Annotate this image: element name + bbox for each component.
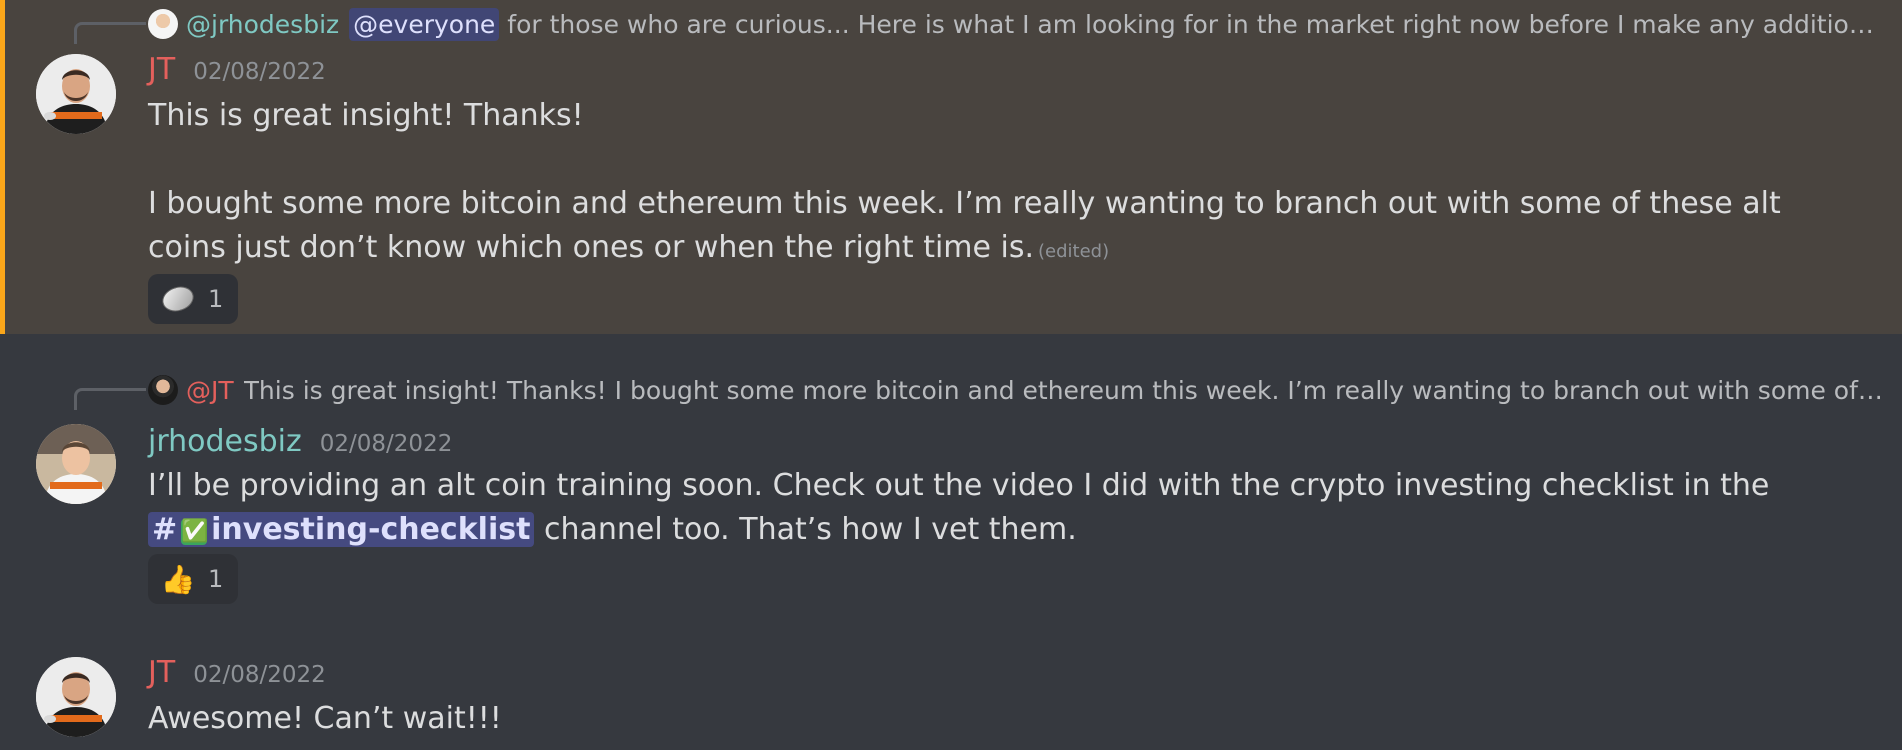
reaction-count: 1: [208, 285, 224, 313]
message[interactable]: JT 02/08/2022 Awesome! Can’t wait!!!: [0, 619, 1902, 750]
message-content: This is great insight! Thanks! I bought …: [148, 94, 1798, 274]
reaction-button[interactable]: 👍 1: [148, 554, 238, 604]
thumbs-up-icon: 👍: [160, 562, 196, 596]
channel-mention-investing-checklist[interactable]: # ✅investing-checklist: [148, 512, 535, 547]
reply-author-mention[interactable]: @JT: [186, 376, 234, 405]
reply-preview[interactable]: @JT This is great insight! Thanks! I bou…: [148, 372, 1888, 408]
avatar[interactable]: [36, 657, 116, 737]
message-content: Awesome! Can’t wait!!!: [148, 697, 1798, 741]
message-text: I’ll be providing an alt coin training s…: [148, 468, 1770, 503]
everyone-mention[interactable]: @everyone: [349, 7, 500, 41]
coin-icon: [159, 282, 197, 316]
reply-avatar: [148, 9, 178, 39]
message-content: I’ll be providing an alt coin training s…: [148, 464, 1798, 552]
message-text: channel too. That’s how I vet them.: [534, 512, 1077, 547]
timestamp[interactable]: 02/08/2022: [193, 59, 326, 85]
message-header: JT 02/08/2022: [148, 52, 326, 87]
message-highlighted[interactable]: @jrhodesbiz @everyone for those who are …: [0, 0, 1902, 334]
timestamp[interactable]: 02/08/2022: [320, 431, 453, 457]
avatar-jt-icon: [36, 54, 116, 134]
avatar[interactable]: [36, 424, 116, 504]
reply-spine: [74, 388, 146, 410]
reply-text: This is great insight! Thanks! I bought …: [243, 375, 1888, 405]
message-paragraph: I bought some more bitcoin and ethereum …: [148, 182, 1798, 274]
message-header: JT 02/08/2022: [148, 655, 326, 690]
message-paragraph: This is great insight! Thanks!: [148, 98, 584, 133]
avatar-jrhodesbiz-icon: [36, 424, 116, 504]
reply-preview[interactable]: @jrhodesbiz @everyone for those who are …: [148, 6, 1888, 42]
username[interactable]: jrhodesbiz: [148, 424, 302, 459]
message-paragraph-text: I bought some more bitcoin and ethereum …: [148, 186, 1781, 265]
message-text: Awesome! Can’t wait!!!: [148, 701, 502, 736]
reply-author-mention[interactable]: @jrhodesbiz: [186, 10, 339, 39]
reply-avatar: [148, 375, 178, 405]
username[interactable]: JT: [148, 52, 175, 87]
channel-hash-icon: #: [152, 512, 178, 547]
message[interactable]: @JT This is great insight! Thanks! I bou…: [0, 334, 1902, 619]
checkmark-icon: ✅: [181, 519, 209, 545]
avatar[interactable]: [36, 54, 116, 134]
message-header: jrhodesbiz 02/08/2022: [148, 424, 452, 459]
reaction-button[interactable]: 1: [148, 274, 238, 324]
reply-text: for those who are curious... Here is wha…: [507, 9, 1888, 39]
timestamp[interactable]: 02/08/2022: [193, 662, 326, 688]
reaction-count: 1: [208, 565, 224, 593]
username[interactable]: JT: [148, 655, 175, 690]
reply-spine: [74, 22, 146, 44]
avatar-jt-icon: [36, 657, 116, 737]
edited-label[interactable]: (edited): [1038, 241, 1109, 262]
mention-highlight-bar: [0, 0, 5, 334]
channel-name: investing-checklist: [211, 512, 531, 547]
